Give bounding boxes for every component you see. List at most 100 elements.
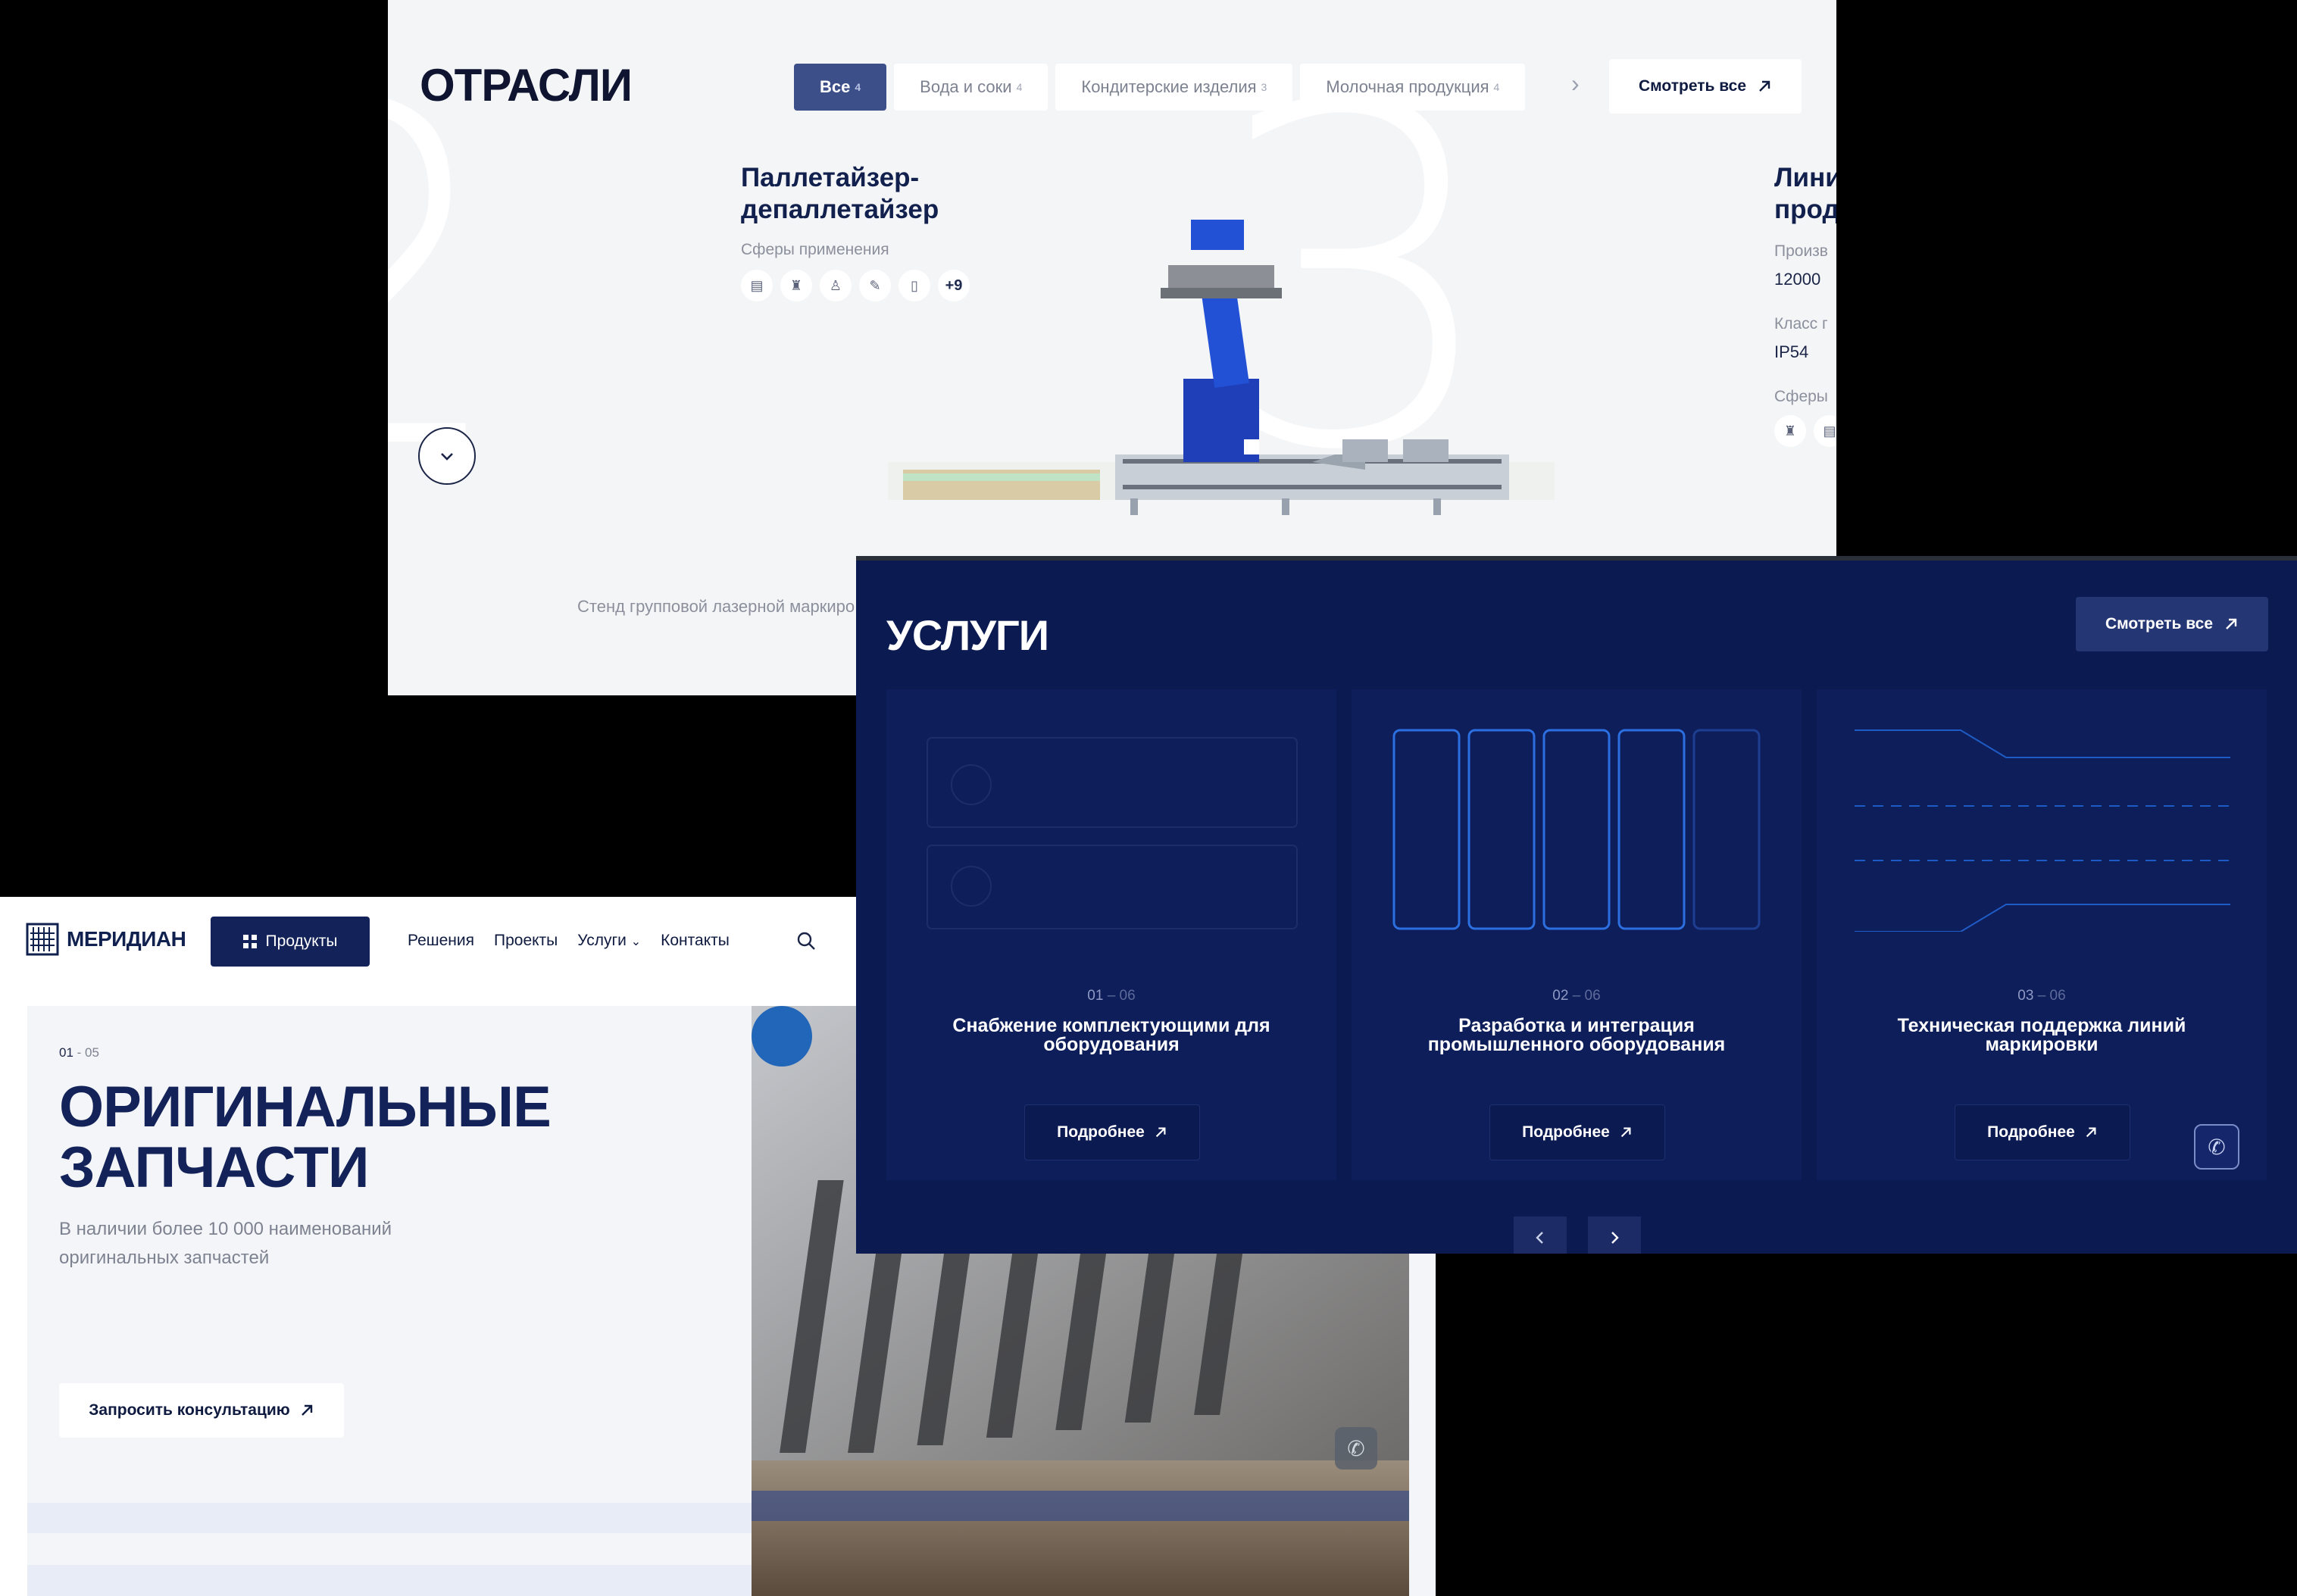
service-card[interactable]: 02 – 06 Разработка и интеграция промышле…: [1352, 689, 1802, 1180]
nav-link-projects[interactable]: Проекты: [494, 932, 558, 950]
product-caption: Стенд групповой лазерной маркиро: [577, 597, 855, 616]
filter-chip-dairy[interactable]: Молочная продукция 4: [1300, 64, 1526, 111]
nav-link-contacts[interactable]: Контакты: [661, 932, 730, 950]
prev-slide-button[interactable]: [1514, 1217, 1567, 1254]
cta-label: Запросить консультацию: [89, 1401, 290, 1419]
details-label: Подробнее: [1057, 1123, 1145, 1141]
hero-title-line: ОРИГИНАЛЬНЫЕ: [59, 1075, 552, 1139]
productivity-value: 12000: [1774, 270, 1821, 289]
chip-count: 4: [1493, 81, 1500, 93]
details-button[interactable]: Подробнее: [1024, 1104, 1200, 1160]
card-num-current: 01: [1087, 988, 1104, 1004]
nav-link-solutions[interactable]: Решения: [408, 932, 474, 950]
chevron-left-icon: [1536, 1232, 1543, 1244]
juice-box-icon: ▤: [741, 270, 773, 301]
filter-chip-water[interactable]: Вода и соки 4: [894, 64, 1048, 111]
section-title: ОТРАСЛИ: [420, 60, 633, 111]
card-num-total: – 06: [2033, 988, 2066, 1004]
arrow-up-right-icon: [1155, 1127, 1166, 1138]
card-counter: 02 – 06: [1352, 988, 1802, 1004]
card-num-total: – 06: [1568, 988, 1601, 1004]
card-counter: 03 – 06: [1817, 988, 2267, 1004]
see-all-label: Смотреть все: [2105, 615, 2214, 632]
search-icon[interactable]: [795, 930, 817, 951]
nav-links: Решения Проекты Услуги ⌄ Контакты: [408, 932, 730, 950]
card-num-current: 03: [2017, 988, 2034, 1004]
section-title: УСЛУГИ: [886, 611, 1049, 659]
card-num-total: – 06: [1103, 988, 1136, 1004]
chip-label: Кондитерские изделия: [1081, 77, 1257, 96]
cup-icon: ♙: [820, 270, 852, 301]
spheres-icons-2: ♜ ▤: [1774, 415, 1836, 447]
support-illustration: [1855, 729, 2230, 932]
bottles-icon: ♜: [1774, 415, 1806, 447]
chip-label: Молочная продукция: [1326, 77, 1489, 96]
service-card[interactable]: 03 – 06 Техническая поддержка линий марк…: [1817, 689, 2267, 1180]
details-button[interactable]: Подробнее: [1489, 1104, 1665, 1160]
productivity-label: Произв: [1774, 242, 1828, 260]
card-title: Снабжение комплектующими для оборудовани…: [952, 1015, 1270, 1055]
chip-label: Вода и соки: [920, 77, 1012, 96]
counter-total: 05: [85, 1045, 99, 1060]
chevron-right-icon[interactable]: ›: [1571, 70, 1580, 98]
product-title-line: Лини: [1774, 163, 1836, 192]
juice-box-icon: ▤: [1814, 415, 1836, 447]
counter-current: 01: [59, 1045, 73, 1060]
slide-counter: 01 - 05: [59, 1045, 99, 1060]
details-label: Подробнее: [1987, 1123, 2075, 1141]
hero-subtitle: В наличии более 10 000 наименований ориг…: [59, 1219, 392, 1268]
product-title-2[interactable]: Лини прод: [1774, 162, 1836, 226]
filter-chip-all[interactable]: Все 4: [794, 64, 887, 111]
phone-icon[interactable]: ✆: [1347, 1436, 1364, 1461]
filter-chip-confectionery[interactable]: Кондитерские изделия 3: [1055, 64, 1293, 111]
products-button[interactable]: Продукты: [211, 917, 370, 967]
meridian-logo-icon: [26, 923, 59, 956]
integration-illustration: [1392, 729, 1761, 930]
candy-icon: ✎: [859, 270, 891, 301]
card-counter: 01 – 06: [886, 988, 1336, 1004]
spheres-label: Сферы применения: [741, 241, 889, 258]
phone-icon: ✆: [2208, 1134, 2226, 1160]
details-button[interactable]: Подробнее: [1955, 1104, 2130, 1160]
card-title: Разработка и интеграция промышленного об…: [1427, 1015, 1726, 1055]
nav-link-label: Услуги: [577, 932, 627, 949]
service-card[interactable]: 01 – 06 Снабжение комплектующими для обо…: [886, 689, 1336, 1180]
next-slide-button[interactable]: [1588, 1217, 1641, 1254]
request-consultation-button[interactable]: Запросить консультацию: [59, 1383, 344, 1438]
hero-title-line: ЗАПЧАСТИ: [59, 1135, 370, 1200]
grid-icon: [242, 935, 257, 948]
chevron-right-icon: [1611, 1232, 1619, 1244]
phone-button[interactable]: ✆: [2194, 1124, 2239, 1170]
chip-count: 3: [1261, 81, 1267, 93]
supply-illustration: [927, 737, 1298, 929]
arrow-up-right-icon: [301, 1404, 312, 1416]
product-title-line: Паллетайзер-: [741, 163, 920, 192]
chip-label: Все: [820, 77, 851, 96]
bottles-icon: ♜: [780, 270, 812, 301]
protection-class-value: IP54: [1774, 342, 1809, 361]
counter-separator: -: [73, 1045, 86, 1060]
protection-class-label: Класс г: [1774, 315, 1828, 333]
chevron-down-icon: ⌄: [630, 935, 642, 948]
card-title: Техническая поддержка линий маркировки: [1897, 1015, 2186, 1055]
arrow-up-right-icon: [2086, 1127, 2096, 1138]
nav-link-services[interactable]: Услуги ⌄: [577, 932, 641, 950]
see-all-button[interactable]: Смотреть все: [2076, 597, 2268, 651]
spheres-label-2: Сферы: [1774, 388, 1828, 405]
decor-strip: [27, 1565, 755, 1596]
decor-strip: [27, 1503, 755, 1533]
see-all-button[interactable]: Смотреть все: [1609, 59, 1802, 114]
logo-text: МЕРИДИАН: [67, 927, 186, 951]
logo[interactable]: МЕРИДИАН: [26, 923, 186, 956]
card-num-current: 02: [1552, 988, 1569, 1004]
services-window: УСЛУГИ Смотреть все 01 – 06 Снабжение ко…: [856, 556, 2297, 1254]
scroll-down-button[interactable]: [418, 427, 476, 485]
arrow-up-right-icon: [1620, 1127, 1631, 1138]
details-label: Подробнее: [1522, 1123, 1610, 1141]
products-label: Продукты: [265, 932, 338, 950]
chip-count: 4: [1016, 81, 1023, 93]
chevron-down-icon: [441, 453, 453, 461]
industry-filters: Все 4 Вода и соки 4 Кондитерские изделия 3 …: [794, 64, 1526, 111]
arrow-up-right-icon: [1759, 80, 1770, 92]
arrow-up-right-icon: [2226, 618, 2237, 629]
